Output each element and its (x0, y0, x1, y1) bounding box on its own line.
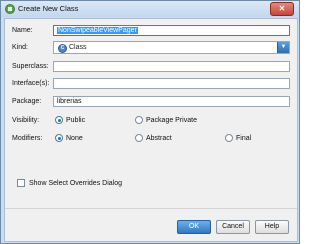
help-button[interactable]: Help (255, 220, 289, 234)
title-bar[interactable]: Create New Class ✕ (1, 1, 299, 17)
package-input[interactable]: librerias (53, 96, 290, 107)
modifiers-final-radio[interactable] (225, 134, 233, 142)
android-studio-icon (5, 4, 15, 14)
interfaces-input[interactable] (53, 78, 290, 89)
chevron-down-icon[interactable]: ▼ (277, 42, 289, 53)
modifiers-none-label[interactable]: None (66, 135, 83, 142)
visibility-public-radio[interactable] (55, 116, 63, 124)
dialog-title: Create New Class (18, 4, 79, 13)
modifiers-final-label[interactable]: Final (236, 135, 251, 142)
dialog-body: Name: NonSwipeableViewPager Kind: C Clas… (4, 18, 298, 242)
visibility-label: Visibility: (12, 117, 40, 124)
kind-select[interactable]: C Class ▼ (53, 41, 290, 54)
visibility-package-private-label[interactable]: Package Private (146, 117, 197, 124)
create-new-class-dialog: Create New Class ✕ Name: NonSwipeableVie… (0, 0, 300, 244)
modifiers-label: Modifiers: (12, 135, 43, 142)
modifiers-none-radio[interactable] (55, 134, 63, 142)
cancel-button[interactable]: Cancel (216, 220, 250, 234)
package-input-value: librerias (57, 98, 82, 105)
kind-select-value: Class (69, 44, 87, 51)
close-button[interactable]: ✕ (270, 2, 294, 16)
modifiers-abstract-radio[interactable] (135, 134, 143, 142)
ok-button[interactable]: OK (177, 220, 211, 234)
interfaces-label: Interface(s): (12, 80, 50, 87)
divider (5, 208, 297, 209)
name-label: Name: (12, 27, 33, 34)
superclass-input[interactable] (53, 61, 290, 72)
name-input[interactable]: NonSwipeableViewPager (53, 25, 290, 36)
show-overrides-label[interactable]: Show Select Overrides Dialog (29, 180, 122, 187)
superclass-label: Superclass: (12, 63, 49, 70)
class-icon: C (58, 44, 67, 53)
visibility-package-private-radio[interactable] (135, 116, 143, 124)
show-overrides-checkbox[interactable] (17, 179, 25, 187)
name-input-value: NonSwipeableViewPager (57, 27, 138, 34)
package-label: Package: (12, 98, 42, 105)
modifiers-abstract-label[interactable]: Abstract (146, 135, 172, 142)
visibility-public-label[interactable]: Public (66, 117, 85, 124)
kind-label: Kind: (12, 44, 28, 51)
